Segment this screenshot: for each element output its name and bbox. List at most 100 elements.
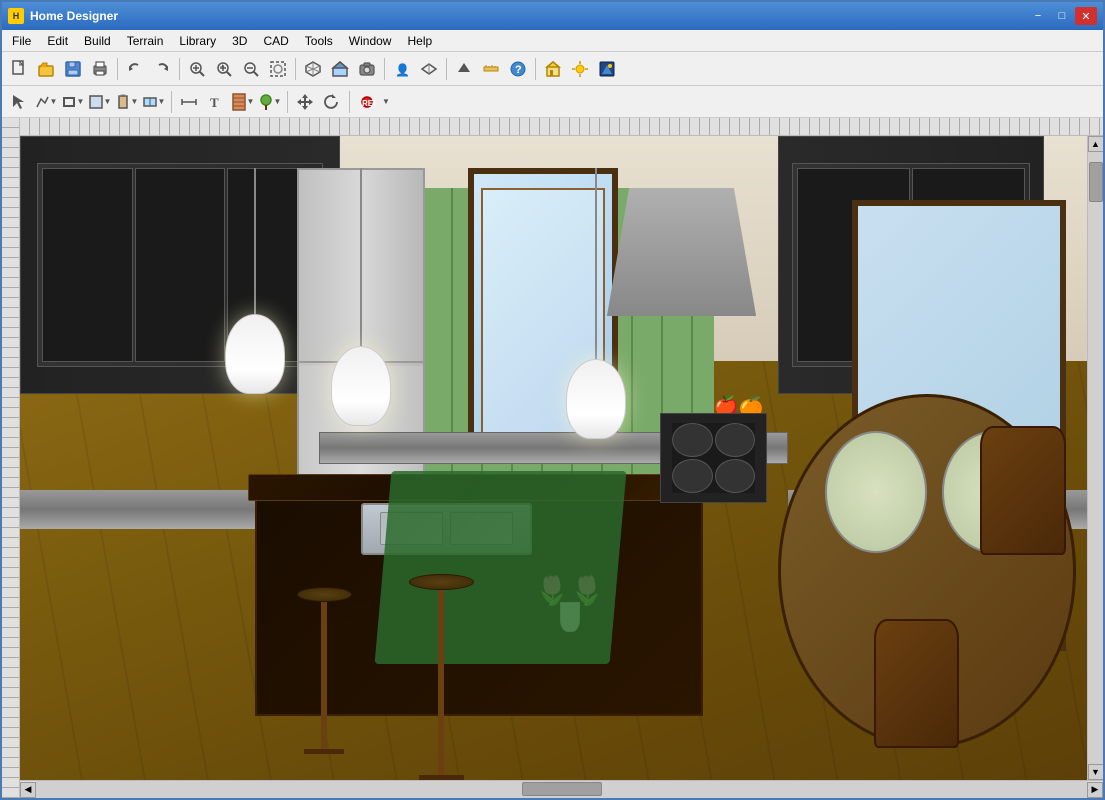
pendant-cord xyxy=(254,168,256,313)
stool-leg xyxy=(321,602,327,749)
menu-cad[interactable]: CAD xyxy=(255,32,296,50)
dinner-plate-1 xyxy=(825,431,927,553)
scroll-track-vertical[interactable] xyxy=(1088,152,1103,764)
stove-range xyxy=(660,413,767,503)
scroll-up-button[interactable]: ▲ xyxy=(1088,136,1104,152)
view-3d-button[interactable] xyxy=(300,56,326,82)
window-tool-button[interactable]: ▼ xyxy=(141,89,167,115)
walk-button[interactable]: 👤 xyxy=(389,56,415,82)
main-content-area: 🌷🌷 🍎🍊 xyxy=(2,118,1103,798)
app-icon: H xyxy=(8,8,24,24)
undo-button[interactable] xyxy=(122,56,148,82)
material-tool-button[interactable]: ▼ xyxy=(230,89,256,115)
record-dropdown[interactable]: ▼ xyxy=(382,97,390,106)
bar-stool-2 xyxy=(383,574,500,780)
measure-button[interactable] xyxy=(478,56,504,82)
burner xyxy=(715,423,756,457)
dimension-tool-button[interactable] xyxy=(176,89,202,115)
pendant-light-3 xyxy=(554,168,639,438)
select-tool-button[interactable] xyxy=(6,89,32,115)
toolbar2-sep-1 xyxy=(171,91,172,113)
zoom-window-button[interactable] xyxy=(265,56,291,82)
zoom-out-button[interactable] xyxy=(238,56,264,82)
menu-bar: File Edit Build Terrain Library 3D CAD T… xyxy=(2,30,1103,52)
scroll-left-button[interactable]: ◀ xyxy=(20,782,36,798)
rotate-tool-button[interactable] xyxy=(319,89,345,115)
toolbar2-sep-2 xyxy=(287,91,288,113)
door-tool-button[interactable]: ▼ xyxy=(114,89,140,115)
toolbar-sep-6 xyxy=(535,58,536,80)
wall-tool-button[interactable]: ▼ xyxy=(60,89,86,115)
svg-text:👤: 👤 xyxy=(395,63,410,77)
record-button[interactable]: REC xyxy=(354,89,380,115)
move-tool-button[interactable] xyxy=(292,89,318,115)
exterior-view-button[interactable] xyxy=(327,56,353,82)
menu-3d[interactable]: 3D xyxy=(224,32,255,50)
vertical-scrollbar[interactable]: ▲ ▼ xyxy=(1087,136,1103,780)
canvas-area[interactable]: 🌷🌷 🍎🍊 xyxy=(20,136,1087,780)
horizontal-ruler xyxy=(20,118,1103,136)
fly-button[interactable] xyxy=(416,56,442,82)
maximize-button[interactable]: □ xyxy=(1051,7,1073,25)
toolbar-sep-4 xyxy=(384,58,385,80)
window-controls: − □ ✕ xyxy=(1027,7,1097,25)
new-button[interactable] xyxy=(6,56,32,82)
house-icon-button[interactable] xyxy=(540,56,566,82)
canvas-with-scrollbars: 🌷🌷 🍎🍊 xyxy=(20,136,1103,780)
horizontal-scrollbar[interactable]: ◀ ▶ xyxy=(20,780,1103,798)
scroll-track-horizontal[interactable] xyxy=(36,781,1087,798)
scroll-right-button[interactable]: ▶ xyxy=(1087,782,1103,798)
stool-base xyxy=(419,775,464,780)
toolbar-sep-5 xyxy=(446,58,447,80)
menu-help[interactable]: Help xyxy=(399,32,440,50)
menu-build[interactable]: Build xyxy=(76,32,119,50)
ruler-marks xyxy=(2,118,19,798)
polyline-tool-button[interactable]: ▼ xyxy=(33,89,59,115)
scroll-thumb-vertical[interactable] xyxy=(1089,162,1103,202)
menu-library[interactable]: Library xyxy=(171,32,224,50)
print-button[interactable] xyxy=(87,56,113,82)
zoom-fit-button[interactable] xyxy=(184,56,210,82)
scroll-down-button[interactable]: ▼ xyxy=(1088,764,1104,780)
redo-button[interactable] xyxy=(149,56,175,82)
svg-text:+: + xyxy=(220,62,225,71)
pendant-light-2 xyxy=(319,168,404,426)
help-content-button[interactable]: ? xyxy=(505,56,531,82)
toolbar-primary: + 👤 xyxy=(2,52,1103,86)
room-tool-button[interactable]: ▼ xyxy=(87,89,113,115)
arrow-up-button[interactable] xyxy=(451,56,477,82)
stove-burners xyxy=(672,423,756,494)
svg-text:?: ? xyxy=(515,64,522,76)
minimize-button[interactable]: − xyxy=(1027,7,1049,25)
menu-file[interactable]: File xyxy=(4,32,39,50)
burner xyxy=(672,459,713,493)
camera-button[interactable] xyxy=(354,56,380,82)
stool-seat xyxy=(297,587,352,602)
toolbar-sep-1 xyxy=(117,58,118,80)
toolbar-sep-3 xyxy=(295,58,296,80)
menu-edit[interactable]: Edit xyxy=(39,32,76,50)
main-window: H Home Designer − □ ✕ File Edit Build Te… xyxy=(0,0,1105,800)
dining-chair-2 xyxy=(874,619,959,748)
text-tool-button[interactable]: T xyxy=(203,89,229,115)
menu-terrain[interactable]: Terrain xyxy=(119,32,172,50)
zoom-in-button[interactable]: + xyxy=(211,56,237,82)
pendant-cord xyxy=(360,168,362,346)
open-button[interactable] xyxy=(33,56,59,82)
plant-tool-button[interactable]: ▼ xyxy=(257,89,283,115)
pendant-shade xyxy=(566,359,626,439)
menu-window[interactable]: Window xyxy=(341,32,400,50)
close-button[interactable]: ✕ xyxy=(1075,7,1097,25)
pendant-shade xyxy=(331,346,391,426)
burner xyxy=(715,459,756,493)
save-button[interactable] xyxy=(60,56,86,82)
menu-tools[interactable]: Tools xyxy=(297,32,341,50)
kitchen-3d-scene[interactable]: 🌷🌷 🍎🍊 xyxy=(20,136,1087,780)
render-button[interactable] xyxy=(594,56,620,82)
scroll-thumb-horizontal[interactable] xyxy=(522,782,602,796)
sun-icon-button[interactable] xyxy=(567,56,593,82)
svg-text:T: T xyxy=(210,95,219,110)
title-bar: H Home Designer − □ ✕ xyxy=(2,2,1103,30)
pendant-light-1 xyxy=(212,168,297,393)
stool-base xyxy=(304,749,344,754)
